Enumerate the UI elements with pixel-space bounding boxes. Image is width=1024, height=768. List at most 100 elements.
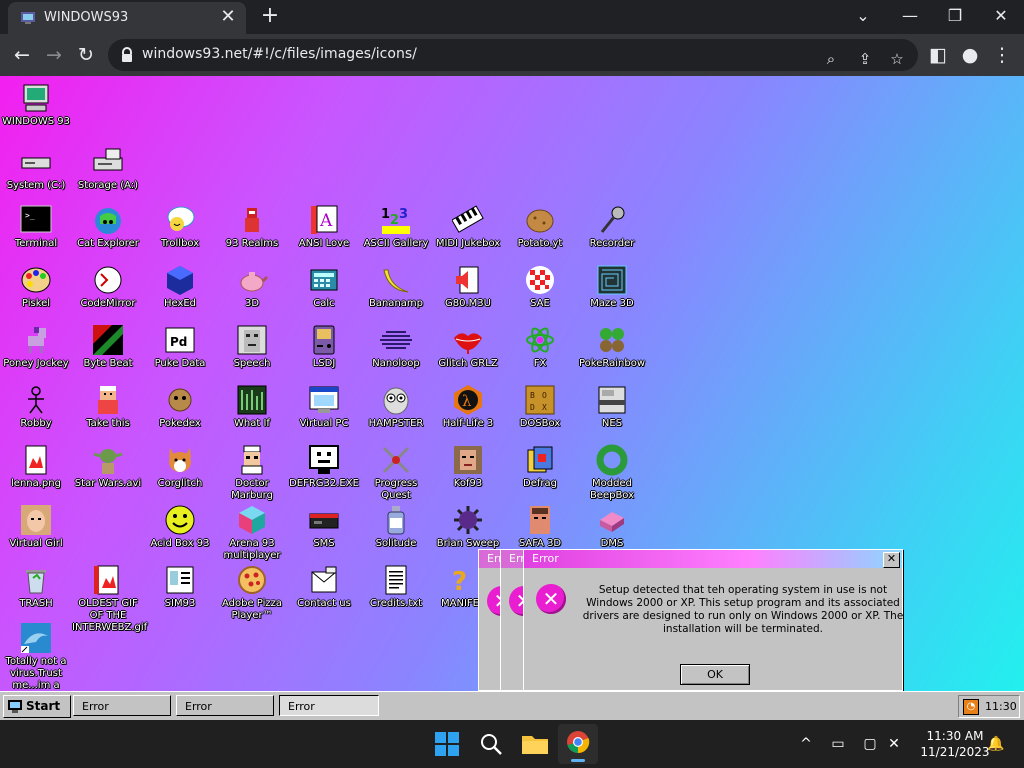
search-icon[interactable]: ⌕ (820, 48, 842, 70)
chrome-taskbar-item[interactable] (558, 724, 598, 764)
desktop-icon-nanoloop[interactable]: Nanoloop (360, 324, 432, 370)
desktop-icon-take-this[interactable]: Take this (72, 384, 144, 430)
start-button[interactable]: Start (3, 695, 71, 718)
desktop-icon-safa-3d[interactable]: SAFA 3D (504, 504, 576, 550)
windows-start-icon[interactable] (431, 728, 463, 760)
desktop-icon-fx[interactable]: FX (504, 324, 576, 370)
close-window-button[interactable]: ✕ (986, 4, 1016, 28)
desktop-icon-ansi-love[interactable]: A ANSI Love (288, 204, 360, 250)
desktop-icon-half-life-3[interactable]: λ Half-Life 3 (432, 384, 504, 430)
desktop-icon-speech[interactable]: Speech (216, 324, 288, 370)
desktop-icon-hexed[interactable]: HexEd (144, 264, 216, 310)
desktop-icon-solitude[interactable]: Solitude (360, 504, 432, 550)
desktop-icon-arena-93[interactable]: Arena 93 multiplayer (216, 504, 288, 562)
desktop-icon-glitch-grlz[interactable]: Glitch GRLZ (432, 324, 504, 370)
desktop-icon-poney-jockey[interactable]: Poney Jockey (0, 324, 72, 370)
desktop-icon-defrg32[interactable]: DEFRG32.EXE (288, 444, 360, 490)
profile-icon[interactable]: ● (958, 43, 982, 67)
desktop-icon-robby[interactable]: Robby (0, 384, 72, 430)
bookmark-star-icon[interactable]: ☆ (886, 48, 908, 70)
desktop-icon-potato[interactable]: Potato.yt (504, 204, 576, 250)
desktop-icon-credits-txt[interactable]: Credits.txt (360, 564, 432, 610)
dialog-titlebar[interactable]: Error (524, 550, 902, 568)
desktop-icon-totally-not-a-virus[interactable]: Totally not a virus.Trust me...im a (0, 622, 72, 691)
desktop-icon-lsdj[interactable]: LSDJ (288, 324, 360, 370)
desktop-icon-doctor-marburg[interactable]: Doctor Marburg (216, 444, 288, 502)
reload-icon[interactable]: ↻ (74, 43, 98, 67)
desktop-icon-93-realms[interactable]: 93 Realms (216, 204, 288, 250)
desktop-icon-ascii-gallery[interactable]: 123 ASCII Gallery (360, 204, 432, 250)
desktop-icon-maze-3d[interactable]: Maze 3D (576, 264, 648, 310)
desktop-icon-bananamp[interactable]: Bananamp (360, 264, 432, 310)
desktop-icon-storage-a[interactable]: Storage (A:) (72, 146, 144, 192)
taskbar-task-error-1[interactable]: Error (73, 695, 171, 716)
desktop-icon-virtual-girl[interactable]: Virtual Girl (0, 504, 72, 550)
desktop-icon-codemirror[interactable]: CodeMirror (72, 264, 144, 310)
desktop-icon-3d[interactable]: 3D (216, 264, 288, 310)
rss-icon[interactable]: ◔ (963, 699, 979, 715)
desktop-icon-recorder[interactable]: Recorder (576, 204, 648, 250)
desktop-icon-puke-data[interactable]: Pd Puke Data (144, 324, 216, 370)
desktop-icon-adobe-pizza[interactable]: Adobe Pizza Player™ (216, 564, 288, 622)
side-panel-icon[interactable]: ◧ (926, 43, 950, 67)
menu-dots-icon[interactable]: ⋮ (990, 43, 1014, 67)
volume-muted-icon[interactable]: ✕ (884, 734, 904, 754)
desktop-icon-sms[interactable]: SMS (288, 504, 360, 550)
desktop-icon-acid-box[interactable]: Acid Box 93 (144, 504, 216, 550)
desktop-icon-trollbox[interactable]: Trollbox (144, 204, 216, 250)
desktop-icon-system-c[interactable]: System (C:) (0, 146, 72, 192)
browser-tab[interactable]: WINDOWS93 ✕ (8, 2, 246, 34)
desktop-icon-cat-explorer[interactable]: Cat Explorer (72, 204, 144, 250)
desktop-icon-star-wars[interactable]: Star Wars.avi (72, 444, 144, 490)
desktop-icon-hampster[interactable]: HAMPSTER (360, 384, 432, 430)
desktop-icon-virtual-pc[interactable]: Virtual PC (288, 384, 360, 430)
file-explorer-icon[interactable] (519, 728, 551, 760)
desktop-icon-trash[interactable]: TRASH (0, 564, 72, 610)
desktop-icon-pokedex[interactable]: Pokedex (144, 384, 216, 430)
desktop-icon-byte-beat[interactable]: Byte Beat (72, 324, 144, 370)
search-icon[interactable] (475, 728, 507, 760)
desktop-icon-oldest-gif[interactable]: OLDEST GIF OF THE INTERWEBZ.gif (72, 564, 147, 634)
chevron-up-icon[interactable]: ^ (796, 734, 816, 754)
desktop-icon-progress-quest[interactable]: Progress Quest (360, 444, 432, 502)
desktop-icon-kof93[interactable]: Kof93 (432, 444, 504, 490)
ok-button[interactable]: OK (680, 664, 750, 685)
desktop-icon-dosbox[interactable]: BODX DOSBox (504, 384, 576, 430)
desktop-icon-windows93[interactable]: WINDOWS 93 (0, 82, 72, 128)
forward-icon[interactable]: → (42, 43, 66, 67)
new-tab-button[interactable]: + (258, 4, 282, 28)
desktop-icon-sim93[interactable]: SIM93 (144, 564, 216, 610)
desktop-icon-brian-sweep[interactable]: Brian Sweep (432, 504, 504, 550)
desktop-icon-pokerainbow[interactable]: PokeRainbow (576, 324, 648, 370)
desktop-icon-calc[interactable]: Calc (288, 264, 360, 310)
desktop-icon-nes[interactable]: NES (576, 384, 648, 430)
desktop-icon-lenna[interactable]: lenna.png (0, 444, 72, 490)
share-icon[interactable]: ⇪ (854, 48, 876, 70)
url-field[interactable]: windows93.net/#!/c/files/images/icons/ ⌕… (108, 39, 918, 71)
start-logo-icon (8, 700, 22, 713)
minimize-button[interactable]: — (895, 4, 925, 28)
notification-bell-icon[interactable]: 🔔 (986, 734, 1006, 754)
desktop-icon-defrag[interactable]: Defrag (504, 444, 576, 490)
monitor-icon[interactable]: ▢ (860, 734, 880, 754)
back-icon[interactable]: ← (10, 43, 34, 67)
network-icon[interactable]: ▭ (828, 734, 848, 754)
tab-close-icon[interactable]: ✕ (218, 7, 238, 27)
taskbar-task-error-2[interactable]: Error (176, 695, 274, 716)
desktop-icon-g80-m3u[interactable]: G80.M3U (432, 264, 504, 310)
desktop-icon-midi-jukebox[interactable]: MIDI Jukebox (432, 204, 504, 250)
restore-button[interactable]: ❐ (940, 4, 970, 28)
taskbar-task-error-3[interactable]: Error (279, 695, 379, 716)
tab-search-icon[interactable]: ⌄ (848, 4, 878, 28)
desktop-icon-contact-us[interactable]: Contact us (288, 564, 360, 610)
desktop-icon-terminal[interactable]: >_ Terminal (0, 204, 72, 250)
desktop-icon-piskel[interactable]: Piskel (0, 264, 72, 310)
dosbox-icon: B OD X (525, 385, 555, 415)
desktop-icon-modded-beepbox[interactable]: Modded BeepBox (576, 444, 648, 502)
desktop-icon-dms[interactable]: DMS (576, 504, 648, 550)
desktop-icon-corglitch[interactable]: Corglitch (144, 444, 216, 490)
close-icon[interactable]: ✕ (883, 552, 900, 568)
desktop-icon-what-if[interactable]: What If (216, 384, 288, 430)
desktop-icon-sae[interactable]: SAE (504, 264, 576, 310)
error-dialog[interactable]: Error ✕ ✕ Setup detected that teh operat… (523, 549, 903, 691)
